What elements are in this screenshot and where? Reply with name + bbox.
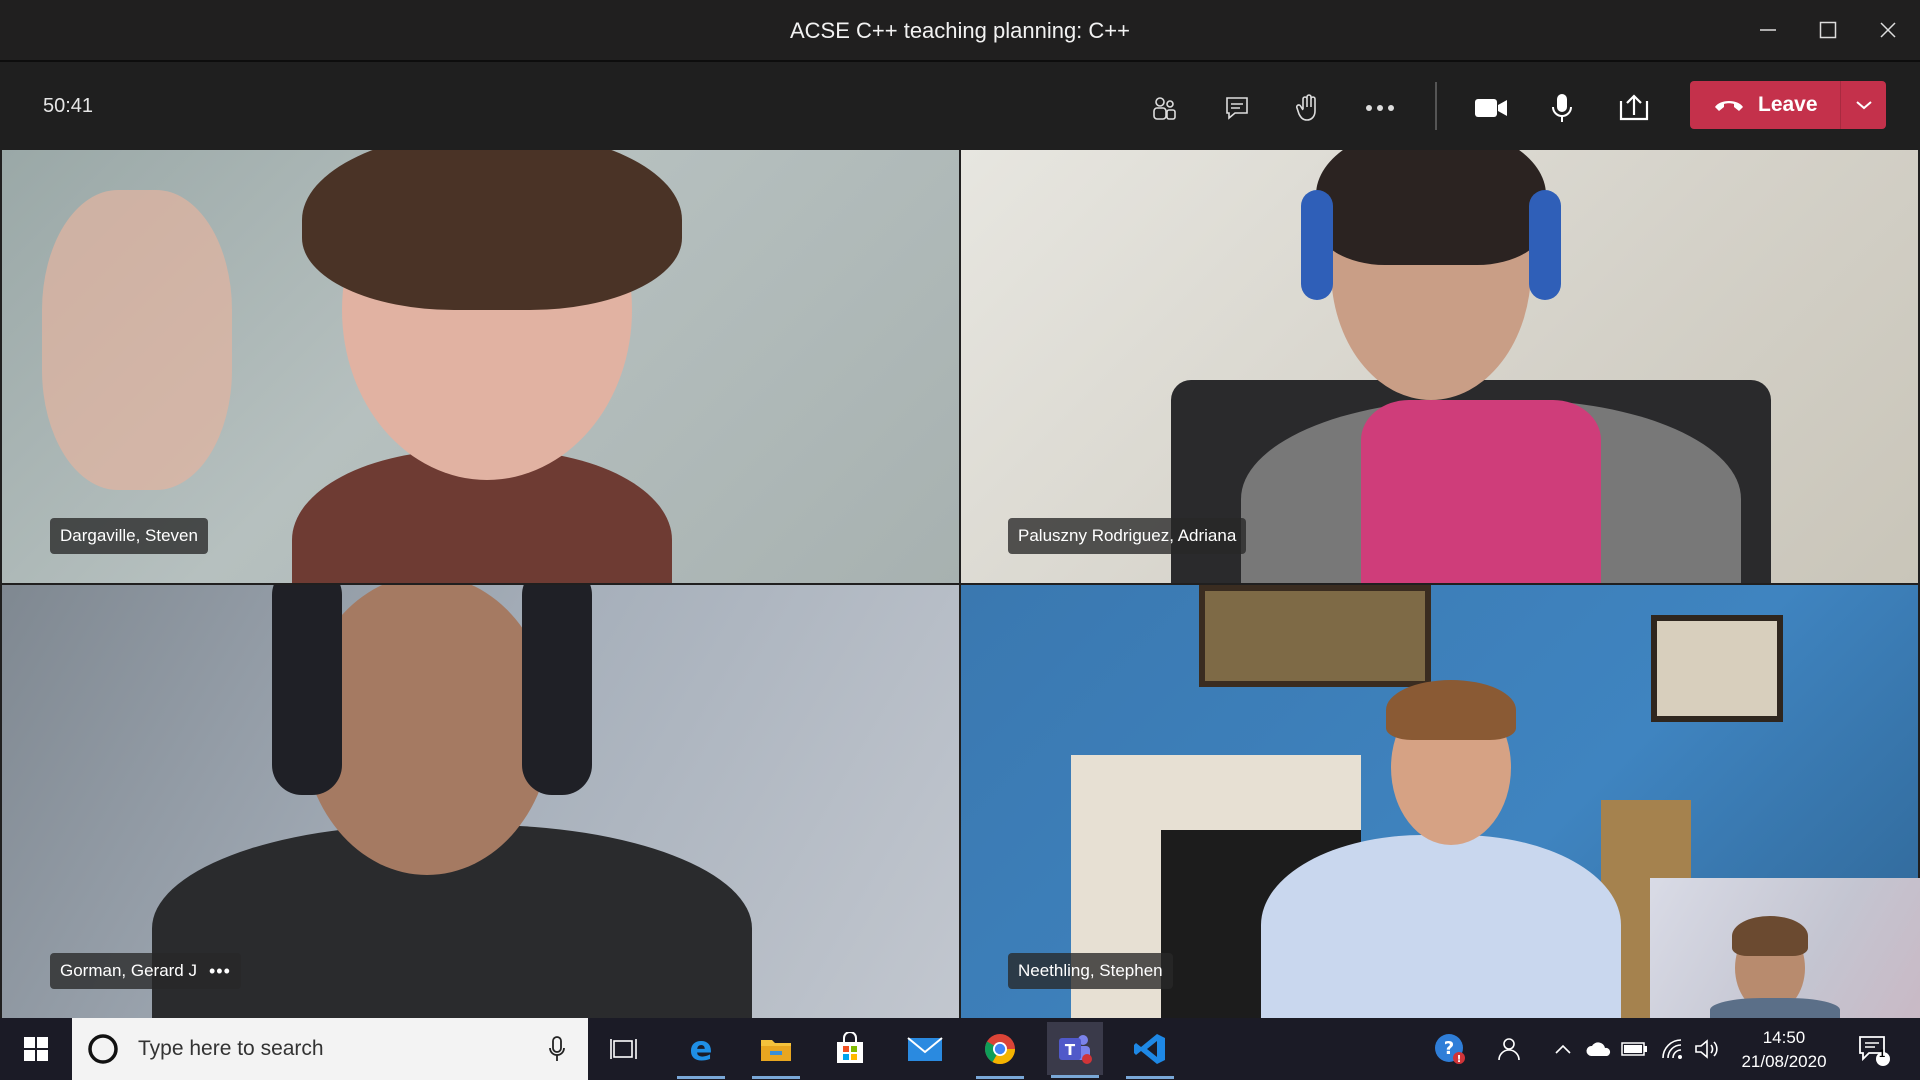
window-title: ACSE C++ teaching planning: C++ <box>789 18 1130 43</box>
camera-button[interactable] <box>1469 86 1513 130</box>
picture-frame <box>1651 615 1783 722</box>
minimize-icon <box>1760 29 1776 31</box>
participants-button[interactable] <box>1142 86 1186 130</box>
chevron-up-icon <box>1555 1044 1571 1054</box>
onedrive-tray-button[interactable] <box>1584 1034 1614 1064</box>
mail-icon <box>907 1037 943 1061</box>
running-indicator <box>1051 1075 1099 1078</box>
notification-count: 1 <box>1878 1048 1886 1060</box>
help-icon: ? ! <box>1435 1034 1465 1065</box>
video-tile[interactable]: Paluszny Rodriguez, Adriana <box>961 150 1918 583</box>
cloud-icon <box>1586 1042 1611 1056</box>
self-video-hair <box>1732 916 1808 956</box>
leave-button[interactable]: Leave <box>1690 81 1840 129</box>
chat-icon <box>1226 97 1248 120</box>
people-tray-button[interactable] <box>1494 1034 1524 1064</box>
close-icon <box>1880 22 1896 38</box>
search-placeholder: Type here to search <box>138 1037 324 1060</box>
self-video-shirt <box>1710 998 1840 1018</box>
cortana-icon <box>88 1034 118 1064</box>
file-explorer-taskbar-button[interactable] <box>748 1027 804 1079</box>
svg-text:T: T <box>1065 1041 1076 1059</box>
participant-more-options[interactable]: ••• <box>209 961 231 982</box>
windows-logo-icon <box>24 1037 48 1061</box>
leave-options-button[interactable] <box>1841 81 1886 129</box>
help-tray-button[interactable]: ? ! <box>1432 1031 1468 1067</box>
picture-frame <box>1199 585 1431 687</box>
participant-name: Paluszny Rodriguez, Adriana <box>1018 526 1237 545</box>
participant-name: Neethling, Stephen <box>1018 961 1163 980</box>
task-view-button[interactable] <box>596 1027 652 1071</box>
participants-icon <box>1153 97 1176 120</box>
running-indicator <box>677 1076 725 1079</box>
chat-button[interactable] <box>1215 86 1259 130</box>
video-tile[interactable]: Gorman, Gerard J ••• <box>2 585 959 1018</box>
phone-hangup-icon <box>1715 101 1743 111</box>
participant-name: Gorman, Gerard J <box>60 961 197 980</box>
task-view-icon <box>610 1039 637 1059</box>
more-actions-icon <box>1366 105 1394 111</box>
store-taskbar-button[interactable] <box>822 1027 878 1071</box>
store-icon <box>837 1032 863 1063</box>
battery-icon <box>1621 1042 1647 1056</box>
leave-label: Leave <box>1758 93 1818 116</box>
microphone-icon <box>1552 94 1572 122</box>
wifi-tray-button[interactable] <box>1658 1034 1688 1064</box>
start-button[interactable] <box>0 1018 72 1080</box>
windows-taskbar: Type here to search e T ? ! 14:50 21/08/… <box>0 1018 1920 1080</box>
clock-date: 21/08/2020 <box>1741 1052 1827 1071</box>
teams-taskbar-button[interactable]: T <box>1047 1022 1103 1078</box>
chrome-icon <box>984 1034 1015 1065</box>
self-video-preview[interactable] <box>1650 878 1920 1018</box>
participant-name-tag: Dargaville, Steven <box>50 518 208 554</box>
minimize-button[interactable] <box>1750 14 1786 46</box>
svg-text:e: e <box>689 1032 712 1066</box>
running-indicator <box>976 1076 1024 1079</box>
participant-name-tag: Gorman, Gerard J ••• <box>50 953 241 989</box>
vscode-taskbar-button[interactable] <box>1122 1027 1178 1079</box>
svg-text:?: ? <box>1444 1038 1454 1059</box>
title-bar: ACSE C++ teaching planning: C++ <box>0 0 1920 62</box>
running-indicator <box>752 1076 800 1079</box>
participant-name-tag: Paluszny Rodriguez, Adriana <box>1008 518 1247 554</box>
share-screen-icon <box>1619 94 1649 121</box>
camera-icon <box>1475 99 1507 117</box>
edge-icon: e <box>689 1032 712 1066</box>
meeting-toolbar: 50:41 Leave <box>0 62 1920 150</box>
chrome-taskbar-button[interactable] <box>972 1027 1028 1079</box>
battery-tray-button[interactable] <box>1620 1034 1650 1064</box>
microphone-button[interactable] <box>1540 86 1584 130</box>
chevron-down-icon <box>1855 101 1872 110</box>
toolbar-divider <box>1435 82 1437 130</box>
maximize-button[interactable] <box>1810 14 1846 46</box>
vscode-icon <box>1134 1034 1165 1064</box>
mail-taskbar-button[interactable] <box>897 1027 953 1071</box>
raise-hand-button[interactable] <box>1286 86 1330 130</box>
participant-name: Dargaville, Steven <box>60 526 198 545</box>
svg-text:!: ! <box>1457 1054 1462 1065</box>
taskbar-search-box[interactable]: Type here to search <box>72 1018 588 1080</box>
clock-time: 14:50 <box>1762 1028 1806 1047</box>
running-indicator <box>1126 1076 1174 1079</box>
teams-icon: T <box>1059 1034 1092 1064</box>
leave-button-group: Leave <box>1690 81 1886 129</box>
show-hidden-icons-button[interactable] <box>1548 1034 1578 1064</box>
file-explorer-icon <box>761 1040 791 1061</box>
more-actions-button[interactable] <box>1358 86 1402 130</box>
participant-name-tag: Neethling, Stephen <box>1008 953 1173 989</box>
edge-taskbar-button[interactable]: e <box>673 1027 729 1079</box>
action-center-button[interactable]: 1 <box>1856 1032 1892 1068</box>
people-icon <box>1498 1038 1520 1061</box>
maximize-icon <box>1819 21 1837 39</box>
close-button[interactable] <box>1870 14 1906 46</box>
wifi-icon <box>1662 1039 1682 1059</box>
meeting-timer: 50:41 <box>43 95 94 117</box>
taskbar-clock[interactable]: 14:50 21/08/2020 <box>1712 1026 1856 1074</box>
video-tile[interactable]: Dargaville, Steven <box>2 150 959 583</box>
share-screen-button[interactable] <box>1612 86 1656 130</box>
raise-hand-icon <box>1295 94 1316 121</box>
microphone-icon[interactable] <box>548 1035 566 1063</box>
